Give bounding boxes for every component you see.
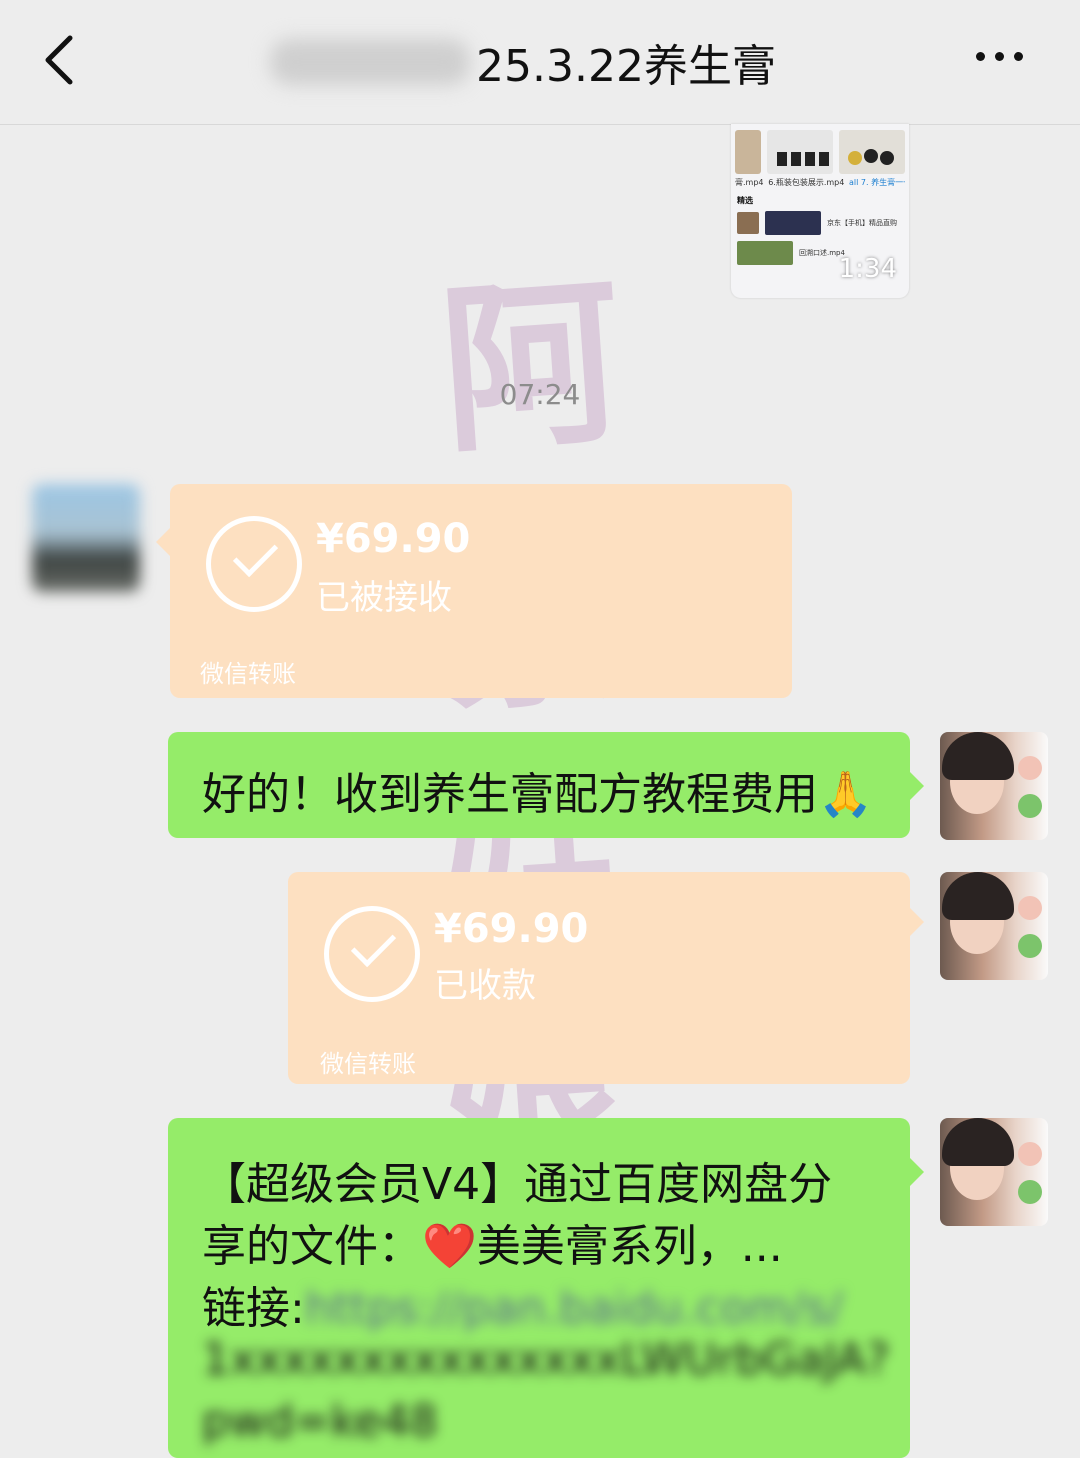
transfer-amount: ¥69.90	[316, 516, 471, 562]
back-icon[interactable]	[40, 32, 80, 88]
bubble-tail	[156, 528, 170, 556]
transfer-status: 已被接收	[316, 578, 452, 618]
sticker-icon	[1018, 794, 1042, 818]
bubble-tail	[910, 772, 924, 800]
video-message[interactable]: 膏.mp4 6.瓶装包装展示.mp4 all 7. 养生膏一一清痔包装费.mp4…	[731, 124, 909, 298]
message-line: 【超级会员V4】通过百度网盘分	[202, 1159, 833, 1210]
my-avatar[interactable]	[940, 1118, 1048, 1226]
video-preview-thumbnails	[731, 124, 909, 174]
file-preview	[737, 241, 793, 265]
transfer-brand: 微信转账	[320, 1050, 416, 1078]
message-line: 享的文件：❤️美美膏系列，...	[202, 1221, 783, 1272]
transfer-status: 已收款	[434, 966, 536, 1006]
transfer-brand: 微信转账	[200, 660, 296, 688]
transfer-collected-card[interactable]: ¥69.90 已收款 微信转账	[288, 872, 924, 1084]
video-caption: all 7. 养生膏一一清痔包装费.mp4	[849, 178, 905, 187]
sent-link-message-bubble[interactable]: 【超级会员V4】通过百度网盘分 享的文件：❤️美美膏系列，... 链接:http…	[168, 1118, 924, 1458]
watermark-char: 阿	[433, 254, 629, 478]
my-avatar[interactable]	[940, 872, 1048, 980]
video-caption: 膏.mp4	[735, 178, 764, 187]
message-line[interactable]: 1xxxxxxxxxxxxxxxLWUrbGaJA?	[202, 1334, 890, 1385]
sticker-icon	[1018, 756, 1042, 780]
chat-timestamp: 07:24	[499, 378, 581, 411]
video-file-name: 京东【手机】精品直购	[827, 219, 897, 227]
video-caption: 6.瓶装包装展示.mp4	[768, 178, 845, 187]
sticker-icon	[1018, 934, 1042, 958]
video-duration: 1:34	[838, 254, 897, 284]
sticker-icon	[1018, 1142, 1042, 1166]
chat-title: 25.3.22养生膏	[476, 41, 776, 92]
check-circle-icon	[324, 906, 420, 1002]
check-circle-icon	[206, 516, 302, 612]
message-line[interactable]: pwd=ke48	[202, 1396, 438, 1447]
video-section-label: 精选	[737, 196, 753, 205]
video-thumb	[767, 130, 833, 174]
my-avatar[interactable]	[940, 732, 1048, 840]
transfer-amount: ¥69.90	[434, 906, 589, 952]
transfer-received-card[interactable]: ¥69.90 已被接收 微信转账	[156, 484, 792, 698]
chat-title-area: 25.3.22养生膏	[270, 30, 776, 94]
message-text: 好的！收到养生膏配方教程费用🙏	[202, 769, 873, 820]
chat-header: 25.3.22养生膏	[0, 0, 1080, 125]
bubble-tail	[910, 1158, 924, 1186]
avatar-hair	[942, 1118, 1014, 1166]
sticker-icon	[1018, 1180, 1042, 1204]
blurred-contact-name	[270, 39, 470, 85]
sent-message-bubble[interactable]: 好的！收到养生膏配方教程费用🙏	[168, 732, 924, 838]
more-dot	[995, 52, 1004, 61]
contact-avatar[interactable]	[32, 484, 140, 592]
video-thumb	[735, 130, 761, 174]
more-dot	[1014, 52, 1023, 61]
jars-image	[777, 152, 829, 166]
jars-image	[848, 149, 894, 165]
more-dot	[976, 52, 985, 61]
message-line: 链接:https://pan.baidu.com/s/	[202, 1272, 843, 1336]
sticker-icon	[1018, 896, 1042, 920]
video-file-row: 京东【手机】精品直购	[731, 208, 909, 238]
bubble-tail	[910, 908, 924, 936]
video-caption-row: 膏.mp4 6.瓶装包装展示.mp4 all 7. 养生膏一一清痔包装费.mp4	[731, 174, 909, 191]
file-icon	[737, 212, 759, 234]
avatar-hair	[942, 732, 1014, 780]
share-link[interactable]: https://pan.baidu.com/s/	[305, 1283, 843, 1334]
link-label: 链接:	[202, 1283, 305, 1334]
avatar-hair	[942, 872, 1014, 920]
video-thumb	[839, 130, 905, 174]
file-preview	[765, 211, 821, 235]
more-options-icon[interactable]	[976, 52, 1023, 61]
